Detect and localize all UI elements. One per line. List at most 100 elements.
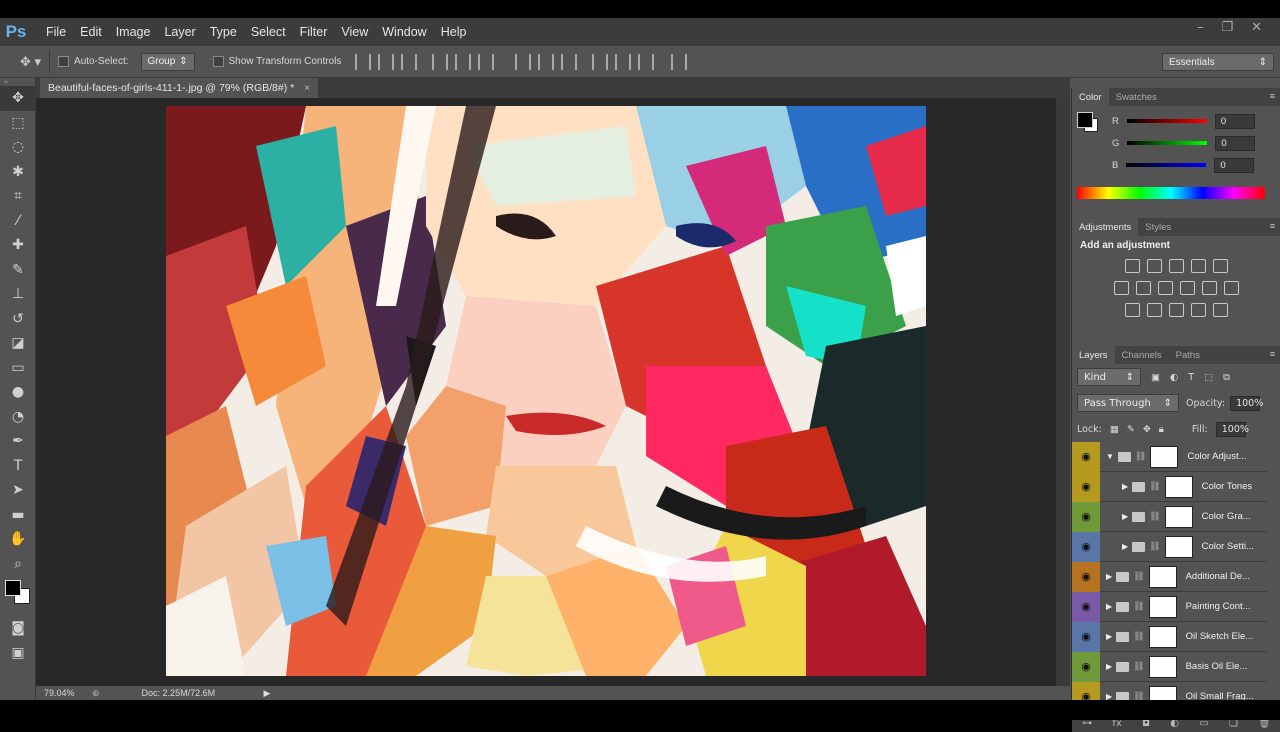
hand-tool-icon[interactable]: ✋ bbox=[0, 527, 36, 552]
channel-mixer-icon[interactable] bbox=[1201, 281, 1217, 295]
fill-value[interactable]: 100% bbox=[1215, 421, 1249, 437]
filter-shape-icon[interactable]: ⬚ bbox=[1204, 372, 1213, 383]
tab-color[interactable]: Color bbox=[1072, 88, 1109, 106]
threshold-icon[interactable] bbox=[1168, 303, 1184, 317]
tab-styles[interactable]: Styles bbox=[1138, 218, 1178, 236]
marquee-tool-icon[interactable]: ⬚ bbox=[0, 111, 36, 136]
collapsed-triangle-icon[interactable]: ▶ bbox=[1122, 512, 1128, 521]
distribute-left-icon[interactable] bbox=[592, 53, 609, 70]
collapsed-triangle-icon[interactable]: ▶ bbox=[1106, 662, 1112, 671]
document-image[interactable] bbox=[166, 106, 926, 676]
workspace-dropdown[interactable]: Essentials ⇕ bbox=[1162, 53, 1274, 71]
layer-mask-thumbnail[interactable] bbox=[1148, 625, 1177, 648]
layer-mask-thumbnail[interactable] bbox=[1164, 475, 1193, 498]
visibility-eye-icon[interactable]: ◉ bbox=[1072, 471, 1100, 502]
menu-edit[interactable]: Edit bbox=[80, 25, 102, 39]
auto-select-checkbox[interactable] bbox=[58, 56, 70, 67]
toolbox-collapse-icon[interactable]: » bbox=[0, 78, 35, 86]
eraser-tool-icon[interactable]: ◪ bbox=[0, 331, 36, 356]
gradient-tool-icon[interactable]: ▭ bbox=[0, 356, 36, 381]
magic-wand-tool-icon[interactable]: ✱ bbox=[0, 160, 36, 185]
distribute-vcenter-icon[interactable] bbox=[538, 53, 555, 70]
brightness-contrast-icon[interactable] bbox=[1124, 259, 1140, 273]
zoom-level[interactable]: 79.04% bbox=[44, 688, 86, 698]
type-tool-icon[interactable]: T bbox=[0, 454, 36, 479]
blend-mode-dropdown[interactable]: Pass Through ⇕ bbox=[1077, 394, 1179, 412]
blur-tool-icon[interactable]: ● bbox=[0, 380, 36, 405]
expanded-triangle-icon[interactable]: ▼ bbox=[1106, 452, 1114, 461]
move-tool-preset-icon[interactable]: ✥ ▾ bbox=[20, 54, 41, 70]
tab-channels[interactable]: Channels bbox=[1115, 346, 1169, 364]
fg-color-chip[interactable] bbox=[1077, 112, 1093, 128]
auto-align-icon[interactable] bbox=[671, 53, 688, 70]
menu-image[interactable]: Image bbox=[116, 25, 151, 39]
zoom-tool-icon[interactable]: ⌕ bbox=[0, 552, 36, 577]
menu-type[interactable]: Type bbox=[210, 25, 237, 39]
color-balance-icon[interactable] bbox=[1135, 281, 1151, 295]
invert-icon[interactable] bbox=[1124, 303, 1140, 317]
red-slider[interactable] bbox=[1126, 119, 1207, 123]
proof-icon[interactable]: ⊛ bbox=[92, 688, 100, 699]
panel-menu-icon[interactable]: ≡ bbox=[1270, 349, 1275, 359]
layer-mask-thumbnail[interactable] bbox=[1148, 565, 1177, 588]
align-top-icon[interactable] bbox=[355, 53, 372, 70]
distribute-top-icon[interactable] bbox=[515, 53, 532, 70]
filter-type-icon[interactable]: T bbox=[1188, 372, 1194, 383]
hue-saturation-icon[interactable] bbox=[1113, 281, 1129, 295]
collapsed-triangle-icon[interactable]: ▶ bbox=[1106, 572, 1112, 581]
document-close-icon[interactable]: × bbox=[304, 83, 310, 94]
visibility-eye-icon[interactable]: ◉ bbox=[1072, 591, 1100, 622]
crop-tool-icon[interactable]: ⌗ bbox=[0, 184, 36, 209]
collapsed-triangle-icon[interactable]: ▶ bbox=[1122, 482, 1128, 491]
clone-stamp-tool-icon[interactable]: ⊥ bbox=[0, 282, 36, 307]
filter-pixel-icon[interactable]: ▣ bbox=[1151, 372, 1160, 383]
healing-brush-tool-icon[interactable]: ✚ bbox=[0, 233, 36, 258]
menu-filter[interactable]: Filter bbox=[300, 25, 328, 39]
distribute-hcenter-icon[interactable] bbox=[615, 53, 632, 70]
lock-position-icon[interactable]: ✥ bbox=[1143, 424, 1151, 435]
pen-tool-icon[interactable]: ✒ bbox=[0, 429, 36, 454]
visibility-eye-icon[interactable]: ◉ bbox=[1072, 531, 1100, 562]
blue-value[interactable]: 0 bbox=[1214, 157, 1255, 173]
layer-row[interactable]: ◉ ▼ ⛓ Color Adjust... bbox=[1072, 441, 1267, 472]
layer-mask-thumbnail[interactable] bbox=[1150, 445, 1179, 468]
gradient-map-icon[interactable] bbox=[1212, 303, 1228, 317]
restore-icon[interactable]: ❐ bbox=[1221, 20, 1233, 35]
path-selection-tool-icon[interactable]: ➤ bbox=[0, 478, 36, 503]
lock-pixels-icon[interactable]: ✎ bbox=[1127, 424, 1135, 435]
mask-link-icon[interactable]: ⛓ bbox=[1133, 631, 1144, 642]
lock-transparency-icon[interactable]: ▦ bbox=[1110, 424, 1119, 435]
menu-file[interactable]: File bbox=[46, 25, 66, 39]
auto-select-dropdown[interactable]: Group ⇕ bbox=[140, 52, 195, 71]
brush-tool-icon[interactable]: ✎ bbox=[0, 258, 36, 283]
align-right-icon[interactable] bbox=[478, 53, 495, 70]
layer-mask-thumbnail[interactable] bbox=[1148, 655, 1177, 678]
visibility-eye-icon[interactable]: ◉ bbox=[1072, 501, 1100, 532]
green-slider[interactable] bbox=[1127, 141, 1208, 145]
panel-menu-icon[interactable]: ≡ bbox=[1270, 221, 1275, 231]
mask-link-icon[interactable]: ⛓ bbox=[1149, 511, 1160, 522]
color-spectrum-bar[interactable] bbox=[1077, 187, 1265, 199]
menu-view[interactable]: View bbox=[341, 25, 368, 39]
visibility-eye-icon[interactable]: ◉ bbox=[1072, 561, 1100, 592]
mask-link-icon[interactable]: ⛓ bbox=[1149, 541, 1160, 552]
layer-row[interactable]: ◉ ▶ ⛓ Basis Oil Ele... bbox=[1072, 651, 1267, 682]
tab-adjustments[interactable]: Adjustments bbox=[1072, 218, 1139, 236]
document-tab[interactable]: Beautiful-faces-of-girls-411-1-.jpg @ 79… bbox=[40, 78, 319, 98]
menu-select[interactable]: Select bbox=[251, 25, 286, 39]
collapsed-triangle-icon[interactable]: ▶ bbox=[1106, 602, 1112, 611]
align-vcenter-icon[interactable] bbox=[378, 53, 395, 70]
eyedropper-tool-icon[interactable]: ⁄ bbox=[0, 209, 36, 234]
mask-link-icon[interactable]: ⛓ bbox=[1133, 661, 1144, 672]
menu-layer[interactable]: Layer bbox=[164, 25, 195, 39]
layer-row[interactable]: ◉ ▶ ⛓ Oil Sketch Ele... bbox=[1072, 621, 1267, 652]
foreground-color-swatch[interactable] bbox=[5, 580, 21, 596]
close-icon[interactable]: ✕ bbox=[1251, 20, 1262, 35]
layer-mask-thumbnail[interactable] bbox=[1148, 595, 1177, 618]
show-transform-checkbox[interactable] bbox=[212, 56, 224, 67]
align-left-icon[interactable] bbox=[432, 53, 449, 70]
mask-link-icon[interactable]: ⛓ bbox=[1135, 451, 1146, 462]
distribute-right-icon[interactable] bbox=[638, 53, 655, 70]
black-white-icon[interactable] bbox=[1157, 281, 1173, 295]
visibility-eye-icon[interactable]: ◉ bbox=[1072, 621, 1100, 652]
